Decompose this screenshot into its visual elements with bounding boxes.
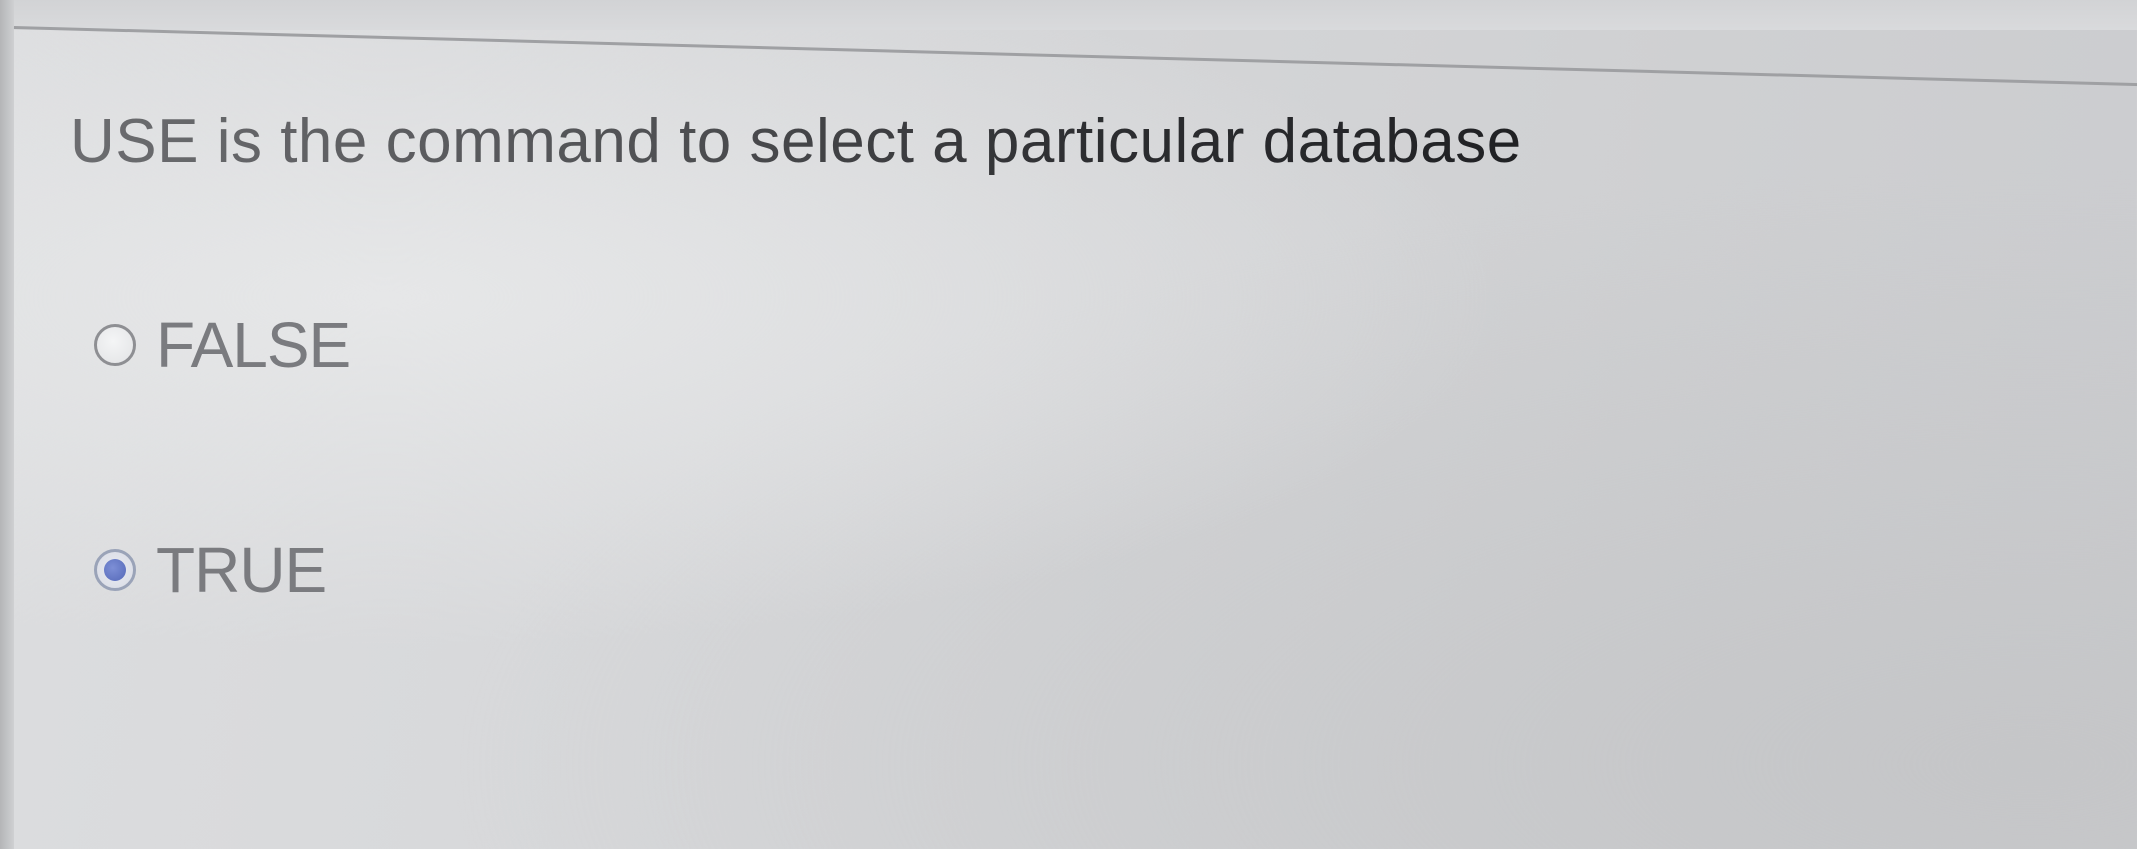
radio-checked-icon[interactable] xyxy=(94,549,136,591)
radio-dot-icon xyxy=(104,559,126,581)
option-true[interactable]: TRUE xyxy=(94,533,327,607)
question-text: USE is the command to select a particula… xyxy=(70,107,1522,176)
radio-unchecked-icon[interactable] xyxy=(94,324,136,366)
option-label: TRUE xyxy=(156,534,327,606)
question-card: USE is the command to select a particula… xyxy=(0,0,2137,849)
option-false[interactable]: FALSE xyxy=(94,308,351,382)
option-label: FALSE xyxy=(156,309,351,381)
